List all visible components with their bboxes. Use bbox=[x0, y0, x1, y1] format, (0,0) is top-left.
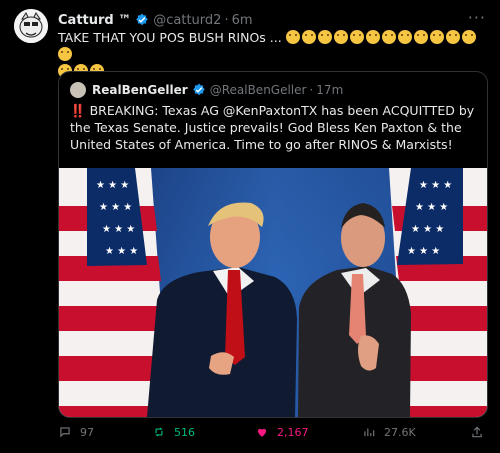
svg-text:★ ★ ★: ★ ★ ★ bbox=[102, 224, 135, 235]
quoted-tweet[interactable]: RealBenGeller @RealBenGeller · 17m ‼️ BR… bbox=[58, 71, 488, 418]
tweet-actions: 97 516 2,167 27.6K bbox=[0, 425, 500, 447]
retweet-action[interactable]: 516 bbox=[152, 425, 195, 439]
laughing-face-icon bbox=[317, 30, 332, 44]
reply-count: 97 bbox=[80, 425, 94, 439]
author-name[interactable]: Catturd ™ bbox=[58, 13, 131, 28]
quote-author-handle[interactable]: @RealBenGeller bbox=[210, 83, 307, 97]
verified-badge-icon bbox=[135, 13, 149, 27]
retweet-count: 516 bbox=[174, 425, 195, 439]
catturd-avatar[interactable] bbox=[14, 9, 48, 43]
svg-text:★ ★ ★: ★ ★ ★ bbox=[419, 180, 452, 191]
laughing-face-icon bbox=[58, 47, 72, 61]
quote-time[interactable]: 17m bbox=[316, 83, 343, 97]
like-count: 2,167 bbox=[277, 425, 309, 439]
reply-action[interactable]: 97 bbox=[58, 425, 94, 439]
heart-icon bbox=[257, 428, 267, 437]
quote-body: BREAKING: Texas AG @KenPaxtonTX has been… bbox=[70, 103, 475, 152]
retweet-icon bbox=[155, 427, 163, 437]
tweet-header: Catturd ™ @catturd2 · 6m bbox=[58, 11, 480, 29]
photo-image: ★ ★ ★ ★ ★ ★ ★ ★ ★ ★ ★ ★ ★ ★ ★ ★ ★ ★ ★ ★ … bbox=[59, 168, 487, 417]
tweet-body: TAKE THAT YOU POS BUSH RINOs ... bbox=[58, 30, 282, 45]
double-exclamation-icon: ‼️ bbox=[70, 103, 86, 118]
svg-text:★ ★ ★: ★ ★ ★ bbox=[96, 180, 129, 191]
laughing-face-icon bbox=[381, 30, 396, 44]
svg-text:★ ★ ★: ★ ★ ★ bbox=[407, 246, 440, 257]
quote-verified-badge-icon bbox=[192, 83, 206, 97]
svg-text:★ ★ ★: ★ ★ ★ bbox=[415, 202, 448, 213]
laughing-face-icon bbox=[397, 30, 412, 44]
quote-header: RealBenGeller @RealBenGeller · 17m bbox=[70, 81, 343, 99]
separator-dot: · bbox=[224, 12, 229, 28]
laughing-face-icon bbox=[413, 30, 428, 44]
like-action[interactable]: 2,167 bbox=[255, 425, 309, 439]
share-action[interactable] bbox=[470, 425, 492, 439]
quote-author-avatar[interactable] bbox=[70, 82, 86, 98]
quoted-photo[interactable]: ★ ★ ★ ★ ★ ★ ★ ★ ★ ★ ★ ★ ★ ★ ★ ★ ★ ★ ★ ★ … bbox=[59, 168, 487, 417]
quote-author-name[interactable]: RealBenGeller bbox=[92, 83, 188, 97]
tweet[interactable]: Catturd ™ @catturd2 · 6m ··· TAKE THAT Y… bbox=[0, 0, 500, 453]
laughing-face-icon bbox=[349, 30, 364, 44]
reply-icon bbox=[60, 427, 70, 438]
svg-text:★ ★ ★: ★ ★ ★ bbox=[411, 224, 444, 235]
laughing-face-icon bbox=[301, 30, 316, 44]
more-options-icon[interactable]: ··· bbox=[468, 8, 486, 27]
svg-text:★ ★ ★: ★ ★ ★ bbox=[105, 246, 138, 257]
views-count: 27.6K bbox=[384, 425, 416, 439]
laughing-face-icon bbox=[461, 30, 476, 44]
cat-avatar-icon bbox=[14, 9, 48, 43]
quote-text: ‼️ BREAKING: Texas AG @KenPaxtonTX has b… bbox=[70, 102, 476, 153]
laughing-face-icon bbox=[285, 30, 300, 44]
quote-separator-dot: · bbox=[309, 83, 314, 97]
laughing-face-icon bbox=[365, 30, 380, 44]
laughing-face-icon bbox=[429, 30, 444, 44]
views-chart-icon bbox=[364, 428, 375, 437]
svg-text:★ ★ ★: ★ ★ ★ bbox=[99, 202, 132, 213]
share-icon bbox=[472, 426, 482, 438]
author-handle[interactable]: @catturd2 bbox=[153, 13, 221, 28]
views-action[interactable]: 27.6K bbox=[362, 425, 416, 439]
tweet-time[interactable]: 6m bbox=[232, 13, 253, 28]
laughing-face-icon bbox=[333, 30, 348, 44]
laughing-face-icon bbox=[445, 30, 460, 44]
